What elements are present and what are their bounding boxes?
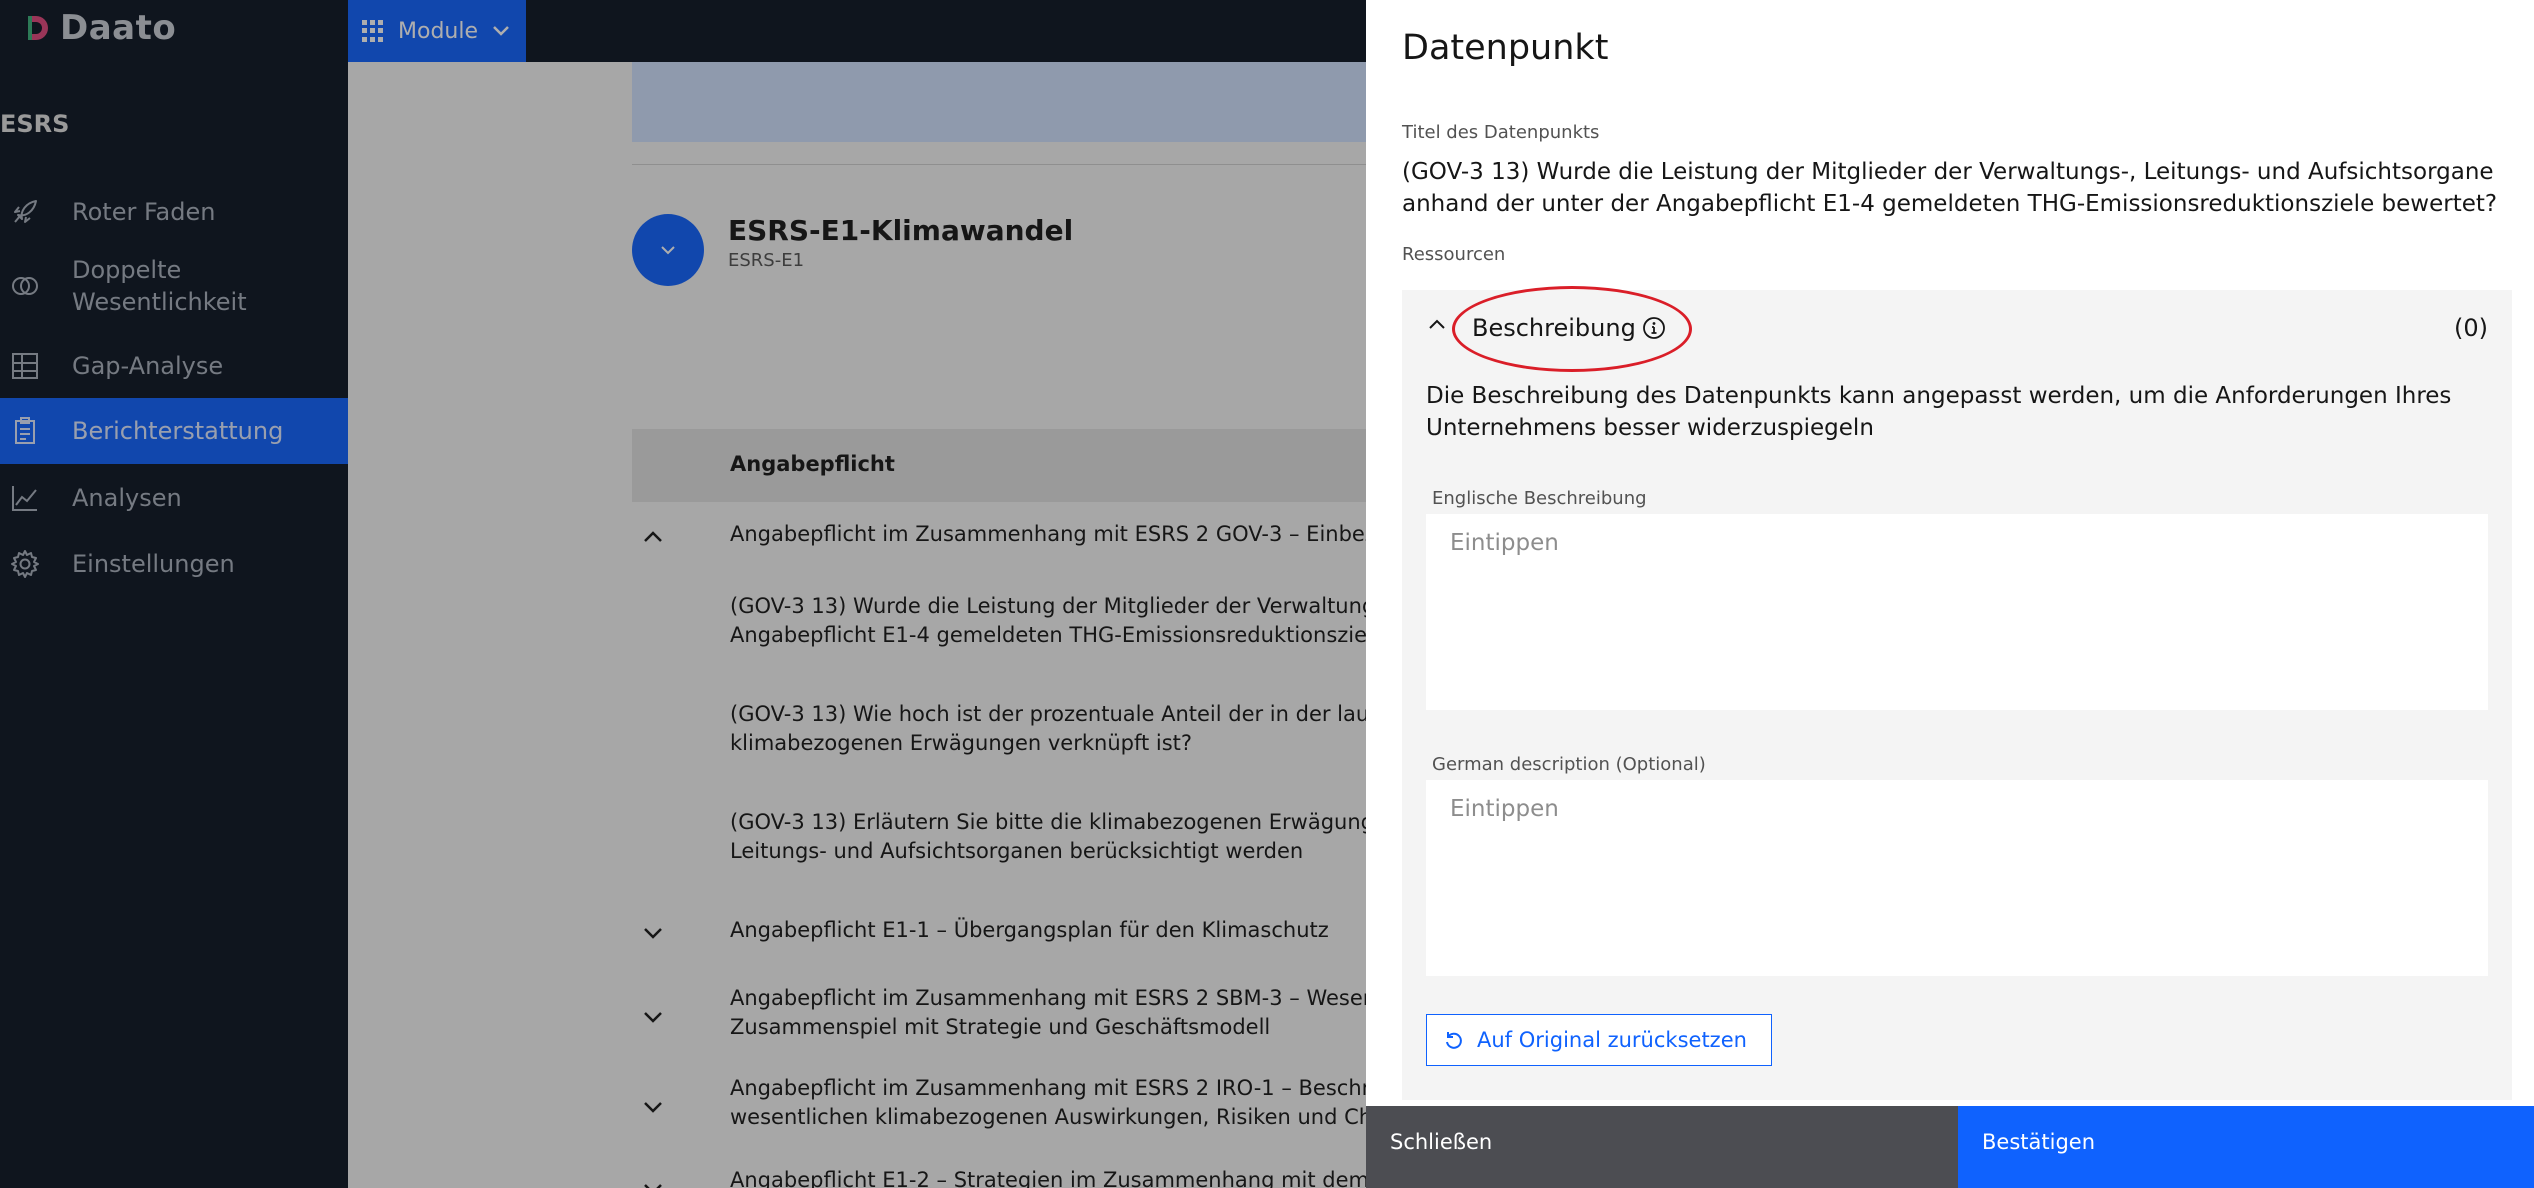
sidebar-item-berichterstattung[interactable]: Berichterstattung	[0, 398, 348, 464]
daato-logo-icon	[28, 16, 48, 40]
confirm-button[interactable]: Bestätigen	[1958, 1106, 2534, 1188]
table-row[interactable]: Angabepflicht im Zusammenhang mit ESRS 2…	[632, 1074, 1366, 1144]
chevron-down-icon[interactable]	[642, 1010, 664, 1024]
chevron-up-icon[interactable]	[642, 530, 664, 544]
sidebar-title: ESRS	[0, 110, 70, 138]
sidebar-item-analysen[interactable]: Analysen	[0, 466, 348, 530]
chevron-down-icon[interactable]	[642, 926, 664, 940]
grid-icon	[362, 20, 384, 42]
reset-label: Auf Original zurücksetzen	[1477, 1028, 1747, 1052]
app-name: Daato	[60, 8, 177, 48]
clipboard-icon	[0, 416, 72, 446]
close-button[interactable]: Schließen	[1366, 1106, 1958, 1188]
rocket-icon	[0, 197, 72, 227]
table-row[interactable]: (GOV-3 13) Erläutern Sie bitte die klima…	[632, 808, 1366, 878]
collapse-topic-button[interactable]	[632, 214, 704, 286]
chevron-down-icon	[661, 246, 675, 255]
dp-title-text: (GOV-3 13) Wurde die Leistung der Mitgli…	[1402, 159, 2498, 217]
german-description-label: German description (Optional)	[1432, 754, 1706, 775]
divider	[632, 164, 1366, 165]
resource-count: (0)	[2454, 314, 2488, 342]
chevron-up-icon[interactable]	[1428, 318, 1446, 330]
table-toolbar	[632, 358, 1366, 430]
daato-logo[interactable]: Daato	[24, 8, 176, 48]
panel-title: Datenpunkt	[1402, 28, 1609, 68]
module-menu-button[interactable]: Module	[348, 0, 526, 62]
topic-code: ESRS-E1	[728, 250, 805, 271]
sidebar-item-einstellungen[interactable]: Einstellungen	[0, 532, 348, 596]
table-row[interactable]: (GOV-3 13) Wie hoch ist der prozentuale …	[632, 700, 1366, 770]
accordion-description: Die Beschreibung des Datenpunkts kann an…	[1426, 383, 2452, 441]
topic-title: ESRS-E1-Klimawandel	[728, 214, 1074, 247]
module-label: Module	[398, 18, 478, 44]
table-row[interactable]: Angabepflicht im Zusammenhang mit ESRS 2…	[632, 984, 1366, 1054]
gear-icon	[0, 549, 72, 579]
datapoint-panel: Datenpunkt Titel des Datenpunkts (GOV-3 …	[1366, 0, 2534, 1188]
chevron-down-icon	[493, 26, 509, 36]
dp-title-label: Titel des Datenpunkts	[1402, 122, 1600, 143]
german-description-input[interactable]	[1426, 780, 2488, 976]
english-description-label: Englische Beschreibung	[1432, 488, 1647, 509]
reset-to-original-button[interactable]: Auf Original zurücksetzen	[1426, 1014, 1772, 1066]
chevron-down-icon[interactable]	[642, 1100, 664, 1114]
grid-chart-icon	[0, 351, 72, 381]
resources-box: Beschreibung (0) Die Beschreibung des Da…	[1402, 290, 2512, 1100]
column-header-angabepflicht: Angabepflicht	[730, 452, 895, 476]
sidebar-item-gap-analyse[interactable]: Gap-Analyse	[0, 334, 348, 398]
overlap-circles-icon	[0, 271, 72, 301]
resources-label: Ressourcen	[1402, 244, 1506, 265]
english-description-input[interactable]	[1426, 514, 2488, 710]
sidebar-item-roter-faden[interactable]: Roter Faden	[0, 182, 348, 242]
highlight-ellipse	[1452, 286, 1692, 372]
table-row[interactable]: Angabepflicht E1-1 – Übergangsplan für d…	[632, 914, 1366, 974]
line-chart-icon	[0, 483, 72, 513]
chevron-down-icon[interactable]	[642, 1182, 664, 1188]
sidebar-item-doppelte-wesentlichkeit[interactable]: Doppelte Wesentlichkeit	[0, 248, 348, 324]
table-row[interactable]: Angabepflicht im Zusammenhang mit ESRS 2…	[632, 512, 1366, 572]
main-content: ESRS-E1-Klimawandel ESRS-E1 Angabepflich…	[348, 62, 1366, 1188]
table-header: Angabepflicht	[632, 430, 1366, 502]
info-banner	[632, 62, 1366, 142]
table-row[interactable]: Angabepflicht E1-2 – Strategien im Zusam…	[632, 1166, 1366, 1188]
reset-icon	[1446, 1032, 1462, 1049]
sidebar: ESRS Roter Faden Doppelte Wesentlichkeit…	[0, 62, 348, 1188]
table-row[interactable]: (GOV-3 13) Wurde die Leistung der Mitgli…	[632, 592, 1366, 662]
